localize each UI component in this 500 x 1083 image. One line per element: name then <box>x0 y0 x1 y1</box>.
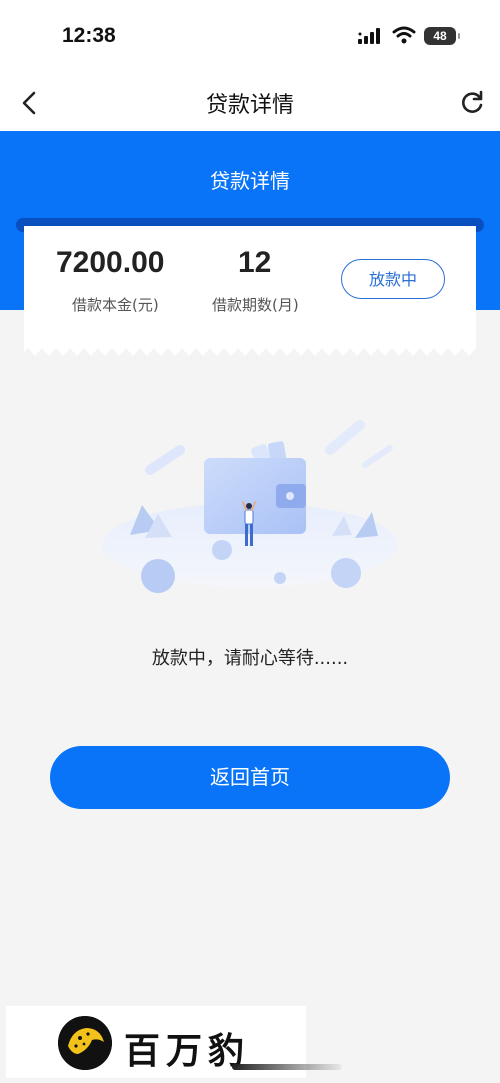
leopard-logo <box>58 1016 112 1070</box>
loan-amount: 7200.00 <box>56 246 165 279</box>
refresh-icon[interactable] <box>459 90 485 116</box>
loan-amount-label: 借款本金(元) <box>72 296 159 314</box>
loan-term: 12 <box>238 246 272 279</box>
card-zigzag-edge <box>24 342 476 356</box>
status-bar: 12:38 48 <box>0 0 500 75</box>
page-title: 贷款详情 <box>205 93 294 118</box>
home-indicator[interactable] <box>232 1064 342 1070</box>
nav-bar: 贷款详情 <box>0 75 500 131</box>
pending-message: 放款中，请耐心等待...... <box>151 648 349 669</box>
status-badge: 放款中 <box>341 259 445 299</box>
home-button[interactable]: 返回首页 <box>50 746 450 809</box>
signal-icon <box>358 28 380 44</box>
banner-title: 贷款详情 <box>210 169 290 193</box>
status-time: 12:38 <box>62 24 116 47</box>
loan-term-label: 借款期数(月) <box>212 296 299 314</box>
leopard-head-icon <box>58 1016 112 1070</box>
wifi-icon <box>392 26 416 44</box>
battery-icon: 48 <box>424 27 460 45</box>
wallet-illustration <box>102 420 398 593</box>
